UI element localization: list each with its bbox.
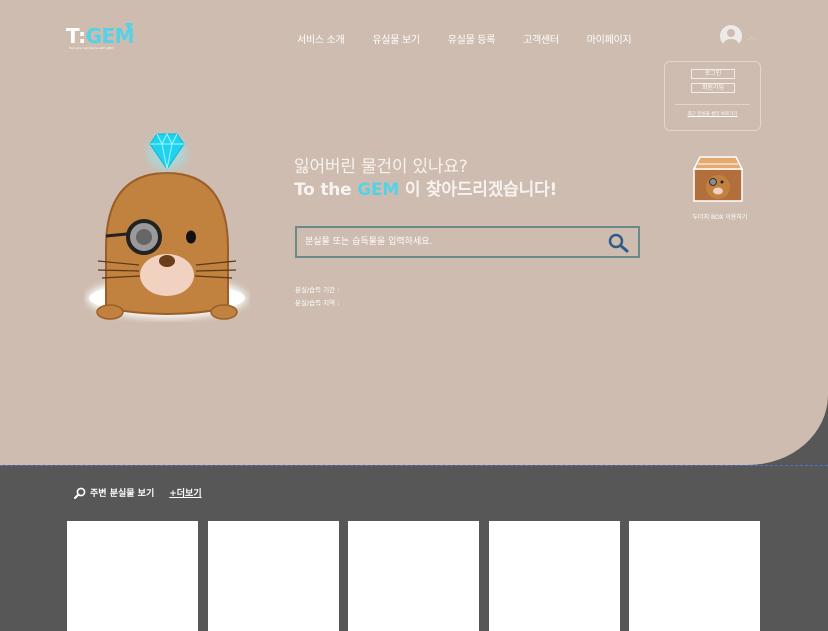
account-dropdown: 로그인 회원가입 최근 분실물 센터 바로가기 [664, 61, 761, 131]
dropdown-divider [675, 104, 750, 105]
nearby-header: 주변 분실물 보기 +더보기 [74, 486, 202, 499]
search-icon[interactable] [608, 233, 630, 253]
login-button[interactable]: 로그인 [691, 69, 735, 79]
nav-item-mypage[interactable]: 마이페이지 [587, 31, 632, 46]
mole-box-icon[interactable] [692, 155, 744, 203]
signup-button[interactable]: 회원가입 [691, 83, 735, 93]
search-input[interactable] [305, 235, 595, 249]
section-divider [0, 465, 828, 466]
nav-item-customer-center[interactable]: 고객센터 [523, 31, 559, 46]
chevron-up-icon[interactable]: ︿ [746, 28, 757, 44]
search-bar [295, 226, 640, 258]
mole-mascot-illustration [87, 132, 247, 320]
mole-box-label[interactable]: 두더지 BOX 이용하기 [678, 212, 762, 221]
nearby-card[interactable] [67, 521, 198, 631]
nearby-card[interactable] [629, 521, 760, 631]
nav-item-register-lost[interactable]: 유실물 등록 [448, 31, 496, 46]
lost-period-label[interactable]: 분실/습득 기간 : [295, 284, 339, 294]
user-icon[interactable] [720, 25, 742, 47]
more-link[interactable]: +더보기 [169, 486, 201, 499]
hero-line-2: To the GEM 이 찾아드리겠습니다! [294, 180, 558, 200]
logo[interactable]: T:GEM find your lost items with GEM [66, 23, 138, 54]
nearby-card[interactable] [207, 521, 339, 631]
search-icon [74, 487, 86, 499]
nearby-card-list [67, 521, 770, 631]
hero-line-1: 잃어버린 물건이 있나요? [294, 157, 468, 177]
nearby-card[interactable] [348, 521, 479, 631]
diamond-icon [147, 132, 187, 170]
lost-center-link[interactable]: 최근 분실물 센터 바로가기 [665, 111, 760, 117]
nav-item-service-intro[interactable]: 서비스 소개 [297, 31, 345, 46]
nearby-title: 주변 분실물 보기 [90, 489, 155, 499]
logo-tagline: find your lost items with GEM [69, 46, 114, 50]
lost-region-label[interactable]: 분실/습득 지역 : [295, 297, 339, 307]
hero-headline: 잃어버린 물건이 있나요? To the GEM 이 찾아드리겠습니다! [294, 156, 557, 202]
logo-diamond-icon [125, 23, 133, 29]
main-nav: 서비스 소개 유실물 보기 유실물 등록 고객센터 마이페이지 [297, 31, 659, 46]
nav-item-view-lost[interactable]: 유실물 보기 [372, 31, 420, 46]
nearby-card[interactable] [488, 521, 620, 631]
